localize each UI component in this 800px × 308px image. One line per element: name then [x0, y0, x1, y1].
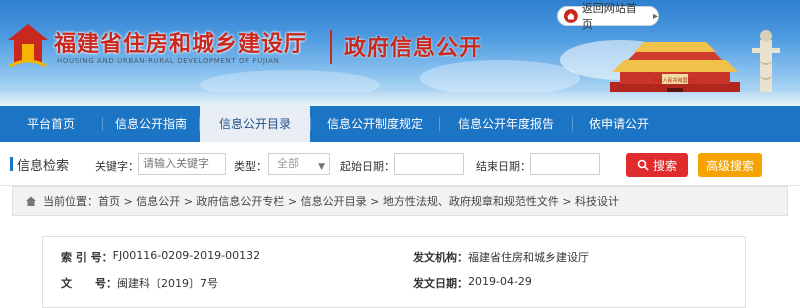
- advanced-search-button[interactable]: 高级搜索: [698, 153, 762, 177]
- nav-item-apply[interactable]: 依申请公开: [573, 106, 665, 142]
- breadcrumb: 当前位置：首页 > 信息公开 > 政府信息公开专栏 > 信息公开目录 > 地方性…: [12, 186, 788, 216]
- main-nav: 平台首页 信息公开指南 信息公开目录 信息公开制度规定 信息公开年度报告 依申请…: [0, 106, 800, 142]
- search-button[interactable]: 搜索: [626, 153, 688, 177]
- document-info-panel: 索 引 号： FJ00116-0209-2019-00132 发文机构： 福建省…: [42, 236, 746, 308]
- document-number-value: 闽建科〔2019〕7号: [116, 277, 218, 290]
- issuing-org-label: 发文机构：: [413, 251, 468, 264]
- home-icon: [564, 9, 578, 23]
- header-banner: 中华人民共和国万岁 福建省住房和城乡建设厅 HOUSING AND URBAN-…: [0, 0, 800, 106]
- search-bar: 信息检索 关键字： 类型： 全部 ▼ 起始日期： 结束日期： 搜索 高级搜索: [0, 142, 800, 186]
- site-title-english: HOUSING AND URBAN-RURAL DEVELOPMENT OF F…: [57, 57, 280, 65]
- nav-item-home[interactable]: 平台首页: [0, 106, 102, 142]
- banner-ground: [0, 92, 800, 106]
- section-accent-bar: [10, 157, 13, 171]
- search-icon: [637, 159, 649, 171]
- start-date-input[interactable]: [394, 153, 464, 175]
- issue-date-value: 2019-04-29: [468, 275, 532, 288]
- document-number-label: 文 号：: [61, 277, 117, 290]
- start-date-label: 起始日期：: [340, 160, 395, 173]
- section-title: 政府信息公开: [344, 36, 483, 61]
- nav-item-regulations[interactable]: 信息公开制度规定: [311, 106, 439, 142]
- breadcrumb-path: 当前位置：首页 > 信息公开 > 政府信息公开专栏 > 信息公开目录 > 地方性…: [43, 195, 620, 208]
- type-select-value: 全部: [277, 157, 299, 170]
- banner-sign: 中华人民共和国万岁: [652, 77, 697, 84]
- search-button-label: 搜索: [652, 158, 677, 173]
- type-label: 类型：: [234, 160, 267, 173]
- chevron-right-icon: ▸: [652, 10, 658, 22]
- end-date-input[interactable]: [530, 153, 600, 175]
- fujian-housing-logo: [6, 22, 50, 70]
- chevron-down-icon: ▼: [318, 162, 325, 172]
- index-number-value: FJ00116-0209-2019-00132: [112, 249, 261, 262]
- nav-item-annual-report[interactable]: 信息公开年度报告: [440, 106, 572, 142]
- search-title: 信息检索: [17, 159, 70, 174]
- keyword-label: 关键字：: [95, 160, 139, 173]
- return-home-label: 返回网站首页: [581, 2, 637, 31]
- keyword-input[interactable]: [138, 153, 226, 175]
- issuing-org-value: 福建省住房和城乡建设厅: [468, 251, 589, 264]
- nav-item-guide[interactable]: 信息公开指南: [103, 106, 199, 142]
- home-icon: [26, 196, 36, 206]
- return-home-link[interactable]: 返回网站首页 ▸: [557, 2, 659, 31]
- title-divider: [330, 30, 332, 64]
- cloud-decoration: [420, 60, 580, 96]
- site-title: 福建省住房和城乡建设厅: [54, 32, 308, 57]
- end-date-label: 结束日期：: [476, 160, 531, 173]
- index-number-label: 索 引 号：: [61, 251, 113, 264]
- nav-item-catalog[interactable]: 信息公开目录: [200, 106, 310, 142]
- type-select[interactable]: 全部 ▼: [268, 153, 330, 175]
- issue-date-label: 发文日期：: [413, 277, 468, 290]
